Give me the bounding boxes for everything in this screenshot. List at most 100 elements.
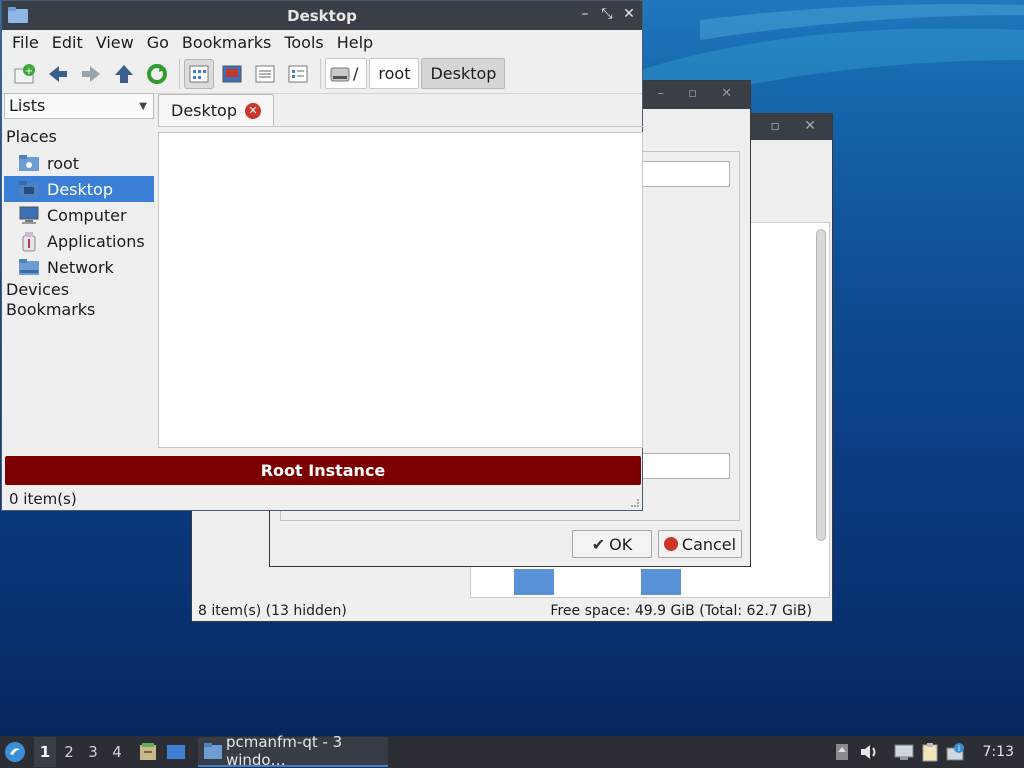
menu-help[interactable]: Help bbox=[337, 33, 373, 52]
root-instance-banner: Root Instance bbox=[5, 456, 641, 485]
menu-edit[interactable]: Edit bbox=[52, 33, 83, 52]
quicklaunch-show-desktop[interactable] bbox=[162, 737, 190, 767]
background-window-scrollbar[interactable] bbox=[816, 229, 826, 541]
path-button-root[interactable]: root bbox=[369, 58, 420, 89]
tray-update-indicator[interactable] bbox=[829, 743, 855, 761]
detailed-list-icon bbox=[288, 65, 308, 82]
arrow-left-icon bbox=[49, 65, 67, 82]
menu-view[interactable]: View bbox=[96, 33, 134, 52]
close-tab-icon[interactable]: ✕ bbox=[244, 102, 261, 119]
volume-icon bbox=[860, 745, 876, 759]
task-button-pcmanfm[interactable]: pcmanfm-qt - 3 windo… bbox=[198, 733, 388, 768]
reload-button[interactable] bbox=[142, 59, 172, 89]
background-window-controls[interactable]: – ▫ ✕ bbox=[739, 118, 826, 134]
dialog-text-field-1[interactable] bbox=[640, 161, 730, 187]
sidebar-item-applications[interactable]: Applications bbox=[4, 228, 154, 254]
minimize-button[interactable]: – bbox=[576, 5, 594, 23]
new-tab-button[interactable]: + bbox=[10, 59, 40, 89]
resize-grip[interactable] bbox=[631, 499, 639, 507]
compact-view-icon bbox=[255, 65, 275, 82]
tray-notifications[interactable]: i bbox=[943, 742, 969, 762]
thumbnail-view-button[interactable] bbox=[217, 59, 247, 89]
lxqt-logo-icon bbox=[5, 742, 25, 762]
toolbar: + / root Desktop bbox=[2, 54, 642, 94]
bookmarks-header[interactable]: Bookmarks bbox=[4, 300, 154, 320]
system-tray: i 7:13 bbox=[829, 736, 1024, 768]
cancel-button[interactable]: Cancel bbox=[658, 530, 742, 558]
close-button[interactable]: ✕ bbox=[620, 5, 638, 23]
file-manager-window[interactable]: Desktop – ⤡ ✕ File Edit View Go Bookmark… bbox=[1, 0, 643, 511]
forward-button[interactable] bbox=[76, 59, 106, 89]
start-menu-button[interactable] bbox=[0, 736, 30, 768]
update-icon bbox=[835, 744, 848, 760]
network-icon bbox=[894, 744, 914, 760]
menu-bookmarks[interactable]: Bookmarks bbox=[182, 33, 271, 52]
dialog-window-controls[interactable]: – ▫ ✕ bbox=[658, 86, 742, 101]
file-manager-icon bbox=[140, 743, 156, 760]
video-icon[interactable] bbox=[641, 569, 681, 595]
workspace-2[interactable]: 2 bbox=[58, 743, 80, 761]
applications-icon bbox=[22, 232, 36, 252]
devices-header[interactable]: Devices bbox=[4, 280, 154, 300]
tray-volume[interactable] bbox=[855, 743, 883, 761]
side-pane-mode-select[interactable]: Lists ▼ bbox=[4, 93, 154, 119]
window-title: Desktop bbox=[287, 7, 357, 25]
icon-view-icon bbox=[189, 65, 209, 82]
up-button[interactable] bbox=[109, 59, 139, 89]
detailed-list-view-button[interactable] bbox=[283, 59, 313, 89]
sidebar-item-computer[interactable]: Computer bbox=[4, 202, 154, 228]
menu-tools[interactable]: Tools bbox=[284, 33, 323, 52]
compact-view-button[interactable] bbox=[250, 59, 280, 89]
arrow-right-icon bbox=[82, 65, 100, 82]
background-status-right: Free space: 49.9 GiB (Total: 62.7 GiB) bbox=[550, 603, 812, 619]
places-header[interactable]: Places bbox=[4, 127, 154, 147]
chevron-down-icon: ▼ bbox=[139, 101, 147, 112]
tray-network[interactable] bbox=[891, 743, 917, 761]
workspace-4[interactable]: 4 bbox=[106, 743, 128, 761]
thumbnail-view-icon bbox=[222, 65, 242, 82]
dialog-text-field-2[interactable] bbox=[640, 453, 730, 479]
background-status-left: 8 item(s) (13 hidden) bbox=[198, 603, 347, 619]
svg-text:+: + bbox=[25, 66, 33, 77]
file-icon[interactable] bbox=[514, 569, 554, 595]
icon-view-button[interactable] bbox=[184, 58, 214, 89]
clock[interactable]: 7:13 bbox=[983, 744, 1014, 760]
folder-icon bbox=[204, 743, 222, 759]
sidebar-item-root[interactable]: root bbox=[4, 150, 154, 176]
maximize-button[interactable]: ⤡ bbox=[598, 5, 616, 23]
status-bar-text: 0 item(s) bbox=[9, 490, 77, 508]
svg-text:i: i bbox=[957, 744, 959, 753]
info-icon: i bbox=[946, 743, 964, 761]
folder-view[interactable] bbox=[158, 132, 643, 448]
workspace-3[interactable]: 3 bbox=[82, 743, 104, 761]
sidebar-item-desktop[interactable]: Desktop bbox=[4, 176, 154, 202]
desktop-icon bbox=[167, 745, 185, 759]
path-button-root-dir[interactable]: / bbox=[325, 58, 368, 89]
tab-desktop[interactable]: Desktop ✕ bbox=[158, 94, 274, 126]
toolbar-separator bbox=[179, 58, 180, 89]
workspace-1[interactable]: 1 bbox=[34, 737, 56, 767]
tab-bar-divider bbox=[158, 126, 643, 127]
taskbar: 1 2 3 4 pcmanfm-qt - 3 windo… i 7:13 bbox=[0, 733, 1024, 768]
home-folder-icon bbox=[19, 155, 39, 171]
ok-button[interactable]: ✔ OK bbox=[572, 530, 652, 558]
arrow-up-icon bbox=[115, 64, 133, 83]
network-folder-icon bbox=[19, 259, 39, 275]
cancel-icon bbox=[663, 537, 678, 551]
window-titlebar[interactable]: Desktop – ⤡ ✕ bbox=[2, 1, 642, 30]
sidebar-item-network[interactable]: Network bbox=[4, 254, 154, 280]
menu-go[interactable]: Go bbox=[147, 33, 169, 52]
tray-clipboard[interactable] bbox=[917, 742, 943, 762]
drive-icon bbox=[330, 67, 350, 81]
menu-bar: File Edit View Go Bookmarks Tools Help bbox=[2, 30, 642, 54]
check-icon: ✔ bbox=[591, 534, 606, 554]
reload-icon bbox=[147, 63, 167, 84]
path-button-desktop[interactable]: Desktop bbox=[421, 58, 506, 89]
new-tab-icon: + bbox=[14, 63, 35, 83]
back-button[interactable] bbox=[43, 59, 73, 89]
menu-file[interactable]: File bbox=[12, 33, 39, 52]
side-pane: Lists ▼ Places root Desktop Computer App… bbox=[4, 93, 154, 453]
toolbar-separator bbox=[320, 58, 321, 89]
quicklaunch-file-manager[interactable] bbox=[134, 737, 162, 767]
tab-bar: Desktop ✕ bbox=[158, 94, 274, 126]
